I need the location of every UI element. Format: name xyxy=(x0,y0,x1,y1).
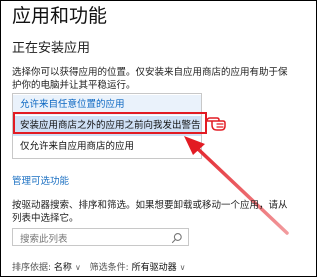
sort-filter-row: 排序依据: 名称 ∨ 筛选条件: 所有驱动器 ∨ xyxy=(12,260,191,273)
filter-dropdown[interactable]: 所有驱动器 xyxy=(132,263,177,273)
filter-description-line-2: 列表中选择它。 xyxy=(12,213,79,224)
red-highlight-box xyxy=(13,112,207,134)
pointing-hand-icon xyxy=(206,117,226,131)
section-heading: 正在安装应用 xyxy=(12,41,91,56)
filter-label: 筛选条件: xyxy=(89,263,129,273)
chevron-down-icon[interactable]: ∨ xyxy=(75,263,81,272)
dropdown-option-store-only[interactable]: 仅允许来自应用商店的应用 xyxy=(13,137,201,157)
search-list-input[interactable]: 搜索此列表 xyxy=(12,228,189,246)
description-line-1: 选择你可以获得应用的位置。仅安装来自应用商店的应用有助于保 xyxy=(12,67,288,78)
manage-optional-features-link[interactable]: 管理可选功能 xyxy=(12,173,69,187)
filter-description-line-1: 按驱动器搜索、排序和筛选。如果想要卸载或移动一个应用，请从 xyxy=(12,200,288,211)
search-placeholder: 搜索此列表 xyxy=(20,234,68,245)
sort-label: 排序依据: xyxy=(12,263,52,273)
search-icon[interactable] xyxy=(171,232,183,244)
description-line-2: 护你的电脑并让其平稳运行。 xyxy=(12,80,136,91)
sort-dropdown[interactable]: 名称 xyxy=(54,263,72,273)
chevron-down-icon[interactable]: ∨ xyxy=(180,263,186,272)
page-title: 应用和功能 xyxy=(12,5,108,27)
